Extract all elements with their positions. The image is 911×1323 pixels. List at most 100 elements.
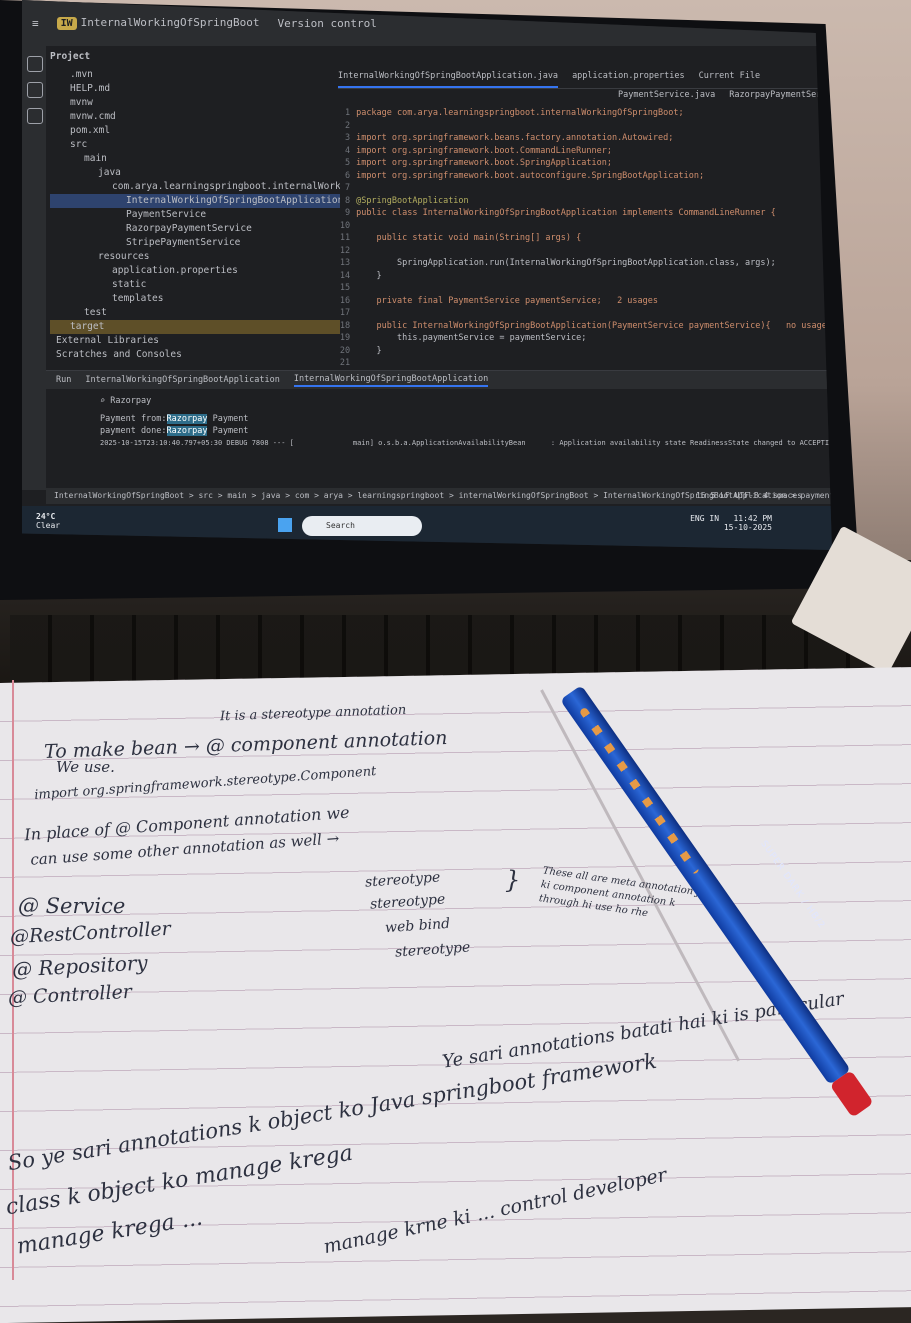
code-line[interactable] xyxy=(356,245,832,258)
line-number: 17 xyxy=(339,308,351,318)
line-number: 13 xyxy=(339,258,351,268)
tree-item-selected[interactable]: InternalWorkingOfSpringBootApplication xyxy=(50,194,340,208)
code-line[interactable]: SpringApplication.run(InternalWorkingOfS… xyxy=(356,257,832,270)
line-number: 20 xyxy=(339,345,351,356)
weather-temp: 24°C xyxy=(36,512,56,521)
tree-item[interactable]: External Libraries xyxy=(50,334,340,348)
code-line[interactable]: import org.springframework.beans.factory… xyxy=(356,132,832,145)
brace: } xyxy=(505,866,521,894)
run-panel-header: Run InternalWorkingOfSpringBootApplicati… xyxy=(46,371,832,389)
run-config-selector[interactable]: Current File xyxy=(699,70,760,88)
run-tab-active[interactable]: InternalWorkingOfSpringBootApplication xyxy=(293,373,489,387)
line-number: 8 xyxy=(344,195,351,206)
laptop-screen: ≡ IW InternalWorkingOfSpringBoot Version … xyxy=(22,0,832,550)
clock-date: 15-10-2025 xyxy=(723,523,772,532)
line-number: 3 xyxy=(344,133,351,143)
run-tab[interactable]: InternalWorkingOfSpringBootApplication xyxy=(85,374,279,386)
line-number: 1 xyxy=(344,108,351,118)
code-line[interactable]: public static void main(String[] args) { xyxy=(356,232,832,245)
tab-application-properties[interactable]: application.properties xyxy=(572,70,685,88)
code-line[interactable]: } xyxy=(356,345,832,358)
project-header[interactable]: Project xyxy=(50,50,340,64)
line-number: 6 xyxy=(344,170,351,181)
taskbar-search[interactable]: Search xyxy=(302,516,422,536)
run-label: Run xyxy=(56,375,72,385)
clock-time: 11:42 PM xyxy=(733,514,772,523)
tree-item[interactable]: templates xyxy=(50,292,340,306)
tree-item[interactable]: .mvn xyxy=(50,68,340,82)
tab-main-java[interactable]: InternalWorkingOfSpringBootApplication.j… xyxy=(338,70,559,88)
line-number: 7 xyxy=(344,183,351,193)
tree-item[interactable]: mvnw xyxy=(50,96,340,110)
more-icon[interactable] xyxy=(27,108,43,124)
tab-razorpay-payment-service[interactable]: RazorpayPaymentService.j xyxy=(729,89,832,107)
tree-item[interactable]: java xyxy=(50,166,340,180)
code-line[interactable] xyxy=(356,220,832,233)
console-log-line: 2025-10-15T23:10:40.797+05:30 DEBUG 7808… xyxy=(100,439,832,447)
line-number: 11 xyxy=(339,233,351,243)
code-line[interactable] xyxy=(356,120,832,133)
tree-item[interactable]: application.properties xyxy=(50,264,340,278)
status-info: 16:5 LF UTF-8 4 spaces xyxy=(696,491,802,500)
code-line[interactable]: public class InternalWorkingOfSpringBoot… xyxy=(356,207,832,220)
code-line[interactable]: @SpringBootApplication xyxy=(356,195,832,208)
breadcrumb[interactable]: InternalWorkingOfSpringBoot > src > main… xyxy=(46,488,832,504)
code-line[interactable]: private final PaymentService paymentServ… xyxy=(356,295,832,308)
code-line[interactable] xyxy=(356,182,832,195)
line-number: 12 xyxy=(339,245,351,256)
editor-tabs: InternalWorkingOfSpringBootApplication.j… xyxy=(338,70,832,89)
note-line: We use. xyxy=(56,758,115,776)
windows-start-icon[interactable] xyxy=(278,518,292,532)
tab-payment-service[interactable]: PaymentService.java xyxy=(618,89,715,107)
menu-icon[interactable]: ≡ xyxy=(32,17,39,30)
line-number: 2 xyxy=(344,120,351,131)
project-selector[interactable]: IW InternalWorkingOfSpringBoot xyxy=(56,16,259,30)
code-line[interactable]: import org.springframework.boot.autoconf… xyxy=(356,170,832,183)
line-number: 18 xyxy=(339,320,351,331)
code-line[interactable]: public InternalWorkingOfSpringBootApplic… xyxy=(356,320,832,333)
tree-item[interactable]: static xyxy=(50,278,340,292)
tree-item[interactable]: Scratches and Consoles xyxy=(50,348,340,362)
tree-item[interactable]: src xyxy=(50,138,340,152)
ide-tool-sidebar xyxy=(22,46,46,490)
line-number: 14 xyxy=(339,270,351,281)
version-control-menu[interactable]: Version control xyxy=(277,17,376,30)
console-line: payment done:Razorpay Payment xyxy=(100,426,249,436)
tree-item[interactable]: main xyxy=(50,152,340,166)
system-tray[interactable]: ENG IN 11:42 PM 15-10-2025 xyxy=(690,514,772,532)
code-lines[interactable]: package com.arya.learningspringboot.inte… xyxy=(356,107,832,395)
code-line[interactable]: import org.springframework.boot.SpringAp… xyxy=(356,157,832,170)
tree-item[interactable]: mvnw.cmd xyxy=(50,110,340,124)
code-editor[interactable]: InternalWorkingOfSpringBootApplication.j… xyxy=(338,70,832,400)
search-icon: ⌕ xyxy=(100,396,111,406)
tree-item[interactable]: StripePaymentService xyxy=(50,236,340,250)
code-line[interactable]: import org.springframework.boot.CommandL… xyxy=(356,145,832,158)
language-indicator: ENG IN xyxy=(690,514,720,523)
project-tree: Project .mvn HELP.md mvnw mvnw.cmd pom.x… xyxy=(50,46,340,370)
line-number: 16 xyxy=(339,295,351,306)
console-output: Payment from:Razorpay Payment payment don… xyxy=(46,407,832,449)
tree-item[interactable]: test xyxy=(50,306,340,320)
weather-widget[interactable]: 24°C Clear xyxy=(36,512,60,530)
tree-item[interactable]: RazorpayPaymentService xyxy=(50,222,340,236)
project-icon[interactable] xyxy=(27,56,43,72)
editor-tabs-row-2: PaymentService.java RazorpayPaymentServi… xyxy=(338,89,832,107)
structure-icon[interactable] xyxy=(27,82,43,98)
line-number: 9 xyxy=(344,208,351,218)
code-line[interactable]: package com.arya.learningspringboot.inte… xyxy=(356,107,832,120)
line-number: 19 xyxy=(339,333,351,343)
code-line[interactable] xyxy=(356,282,832,295)
code-line[interactable] xyxy=(356,357,832,370)
tree-item[interactable]: pom.xml xyxy=(50,124,340,138)
tree-item[interactable]: com.arya.learningspringboot.internalWork… xyxy=(50,180,340,194)
tree-item[interactable]: resources xyxy=(50,250,340,264)
console-search[interactable]: ⌕ Razorpay xyxy=(46,389,832,407)
code-line[interactable] xyxy=(356,307,832,320)
tree-item[interactable]: PaymentService xyxy=(50,208,340,222)
note-list-item: @ Service xyxy=(18,894,126,918)
code-line[interactable]: } xyxy=(356,270,832,283)
line-number: 21 xyxy=(339,358,351,368)
code-line[interactable]: this.paymentService = paymentService; xyxy=(356,332,832,345)
tree-item[interactable]: HELP.md xyxy=(50,82,340,96)
tree-item[interactable]: target xyxy=(50,320,340,334)
